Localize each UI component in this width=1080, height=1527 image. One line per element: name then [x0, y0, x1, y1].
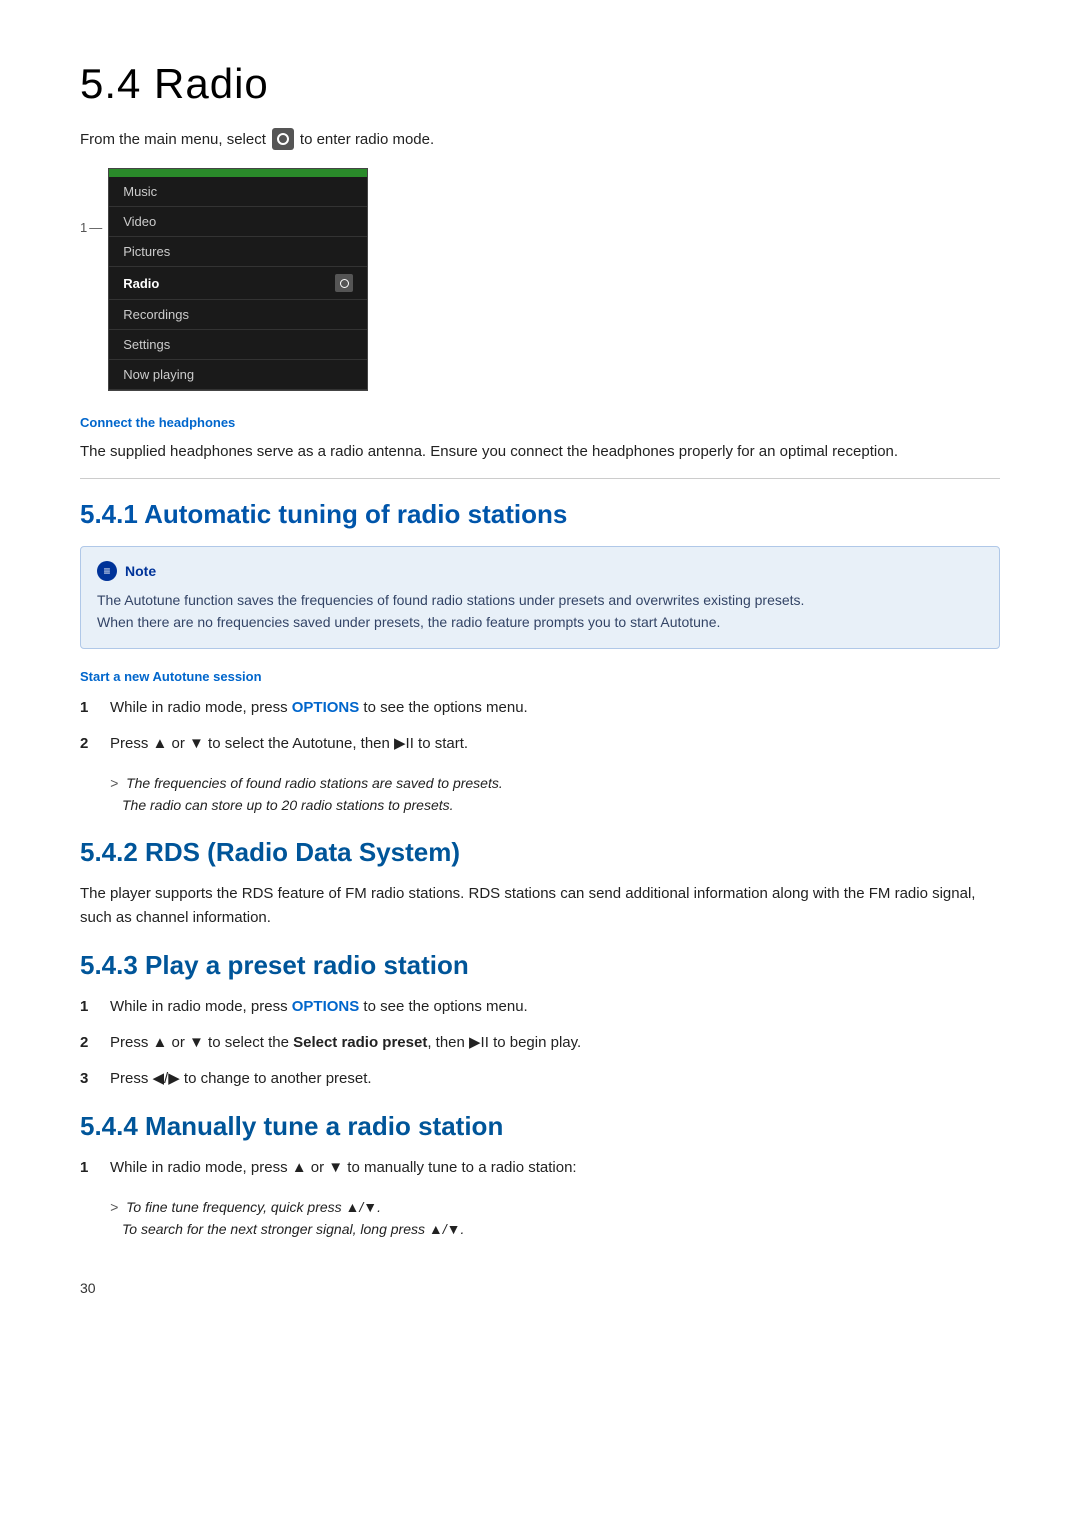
- step-text-1: While in radio mode, press OPTIONS to se…: [110, 696, 1000, 720]
- step-num-1: 1: [80, 696, 96, 720]
- page-title: 5.4 Radio: [80, 60, 1000, 108]
- note-icon: ≡: [97, 561, 117, 581]
- autotune-step-2: 2 Press ▲ or ▼ to select the Autotune, t…: [80, 732, 1000, 756]
- step-num-2: 2: [80, 732, 96, 756]
- intro-line: From the main menu, select to enter radi…: [80, 128, 1000, 150]
- menu-item-video[interactable]: Video: [109, 207, 367, 237]
- manual-result-line-2: To search for the next stronger signal, …: [122, 1218, 1000, 1240]
- select-radio-preset-bold: Select radio preset: [293, 1034, 427, 1051]
- manual-tune-result: > To fine tune frequency, quick press ▲/…: [110, 1196, 1000, 1241]
- options-keyword-2: OPTIONS: [292, 998, 360, 1015]
- section-541-title: 5.4.1 Automatic tuning of radio stations: [80, 499, 1000, 530]
- preset-step-2: 2 Press ▲ or ▼ to select the Select radi…: [80, 1031, 1000, 1055]
- divider-1: [80, 478, 1000, 479]
- menu-container: 1 — Music Video Pictures Radio Recording…: [80, 168, 1000, 391]
- radio-icon: [272, 128, 294, 150]
- section-542-body: The player supports the RDS feature of F…: [80, 882, 1000, 930]
- menu-item-settings[interactable]: Settings: [109, 330, 367, 360]
- autotune-result: > The frequencies of found radio station…: [110, 772, 1000, 817]
- connect-headphones-body: The supplied headphones serve as a radio…: [80, 440, 1000, 464]
- menu-top-bar: [109, 169, 367, 177]
- menu-item-music[interactable]: Music: [109, 177, 367, 207]
- note-line-1: The Autotune function saves the frequenc…: [97, 592, 804, 608]
- menu-item-radio-label: Radio: [123, 276, 159, 291]
- arrow-icon: —: [89, 220, 102, 235]
- autotune-result-line-1: > The frequencies of found radio station…: [110, 772, 1000, 794]
- note-label: Note: [125, 563, 156, 579]
- autotune-step-1: 1 While in radio mode, press OPTIONS to …: [80, 696, 1000, 720]
- options-keyword-1: OPTIONS: [292, 699, 360, 716]
- preset-step-text-3: Press ◀/▶ to change to another preset.: [110, 1067, 1000, 1091]
- connect-headphones-heading: Connect the headphones: [80, 415, 1000, 430]
- menu-item-nowplaying[interactable]: Now playing: [109, 360, 367, 390]
- preset-step-num-3: 3: [80, 1067, 96, 1091]
- preset-step-text-2: Press ▲ or ▼ to select the Select radio …: [110, 1031, 1000, 1055]
- radio-menu-icon: [335, 274, 353, 292]
- intro-text-after: to enter radio mode.: [300, 131, 434, 148]
- preset-step-num-1: 1: [80, 995, 96, 1019]
- preset-step-num-2: 2: [80, 1031, 96, 1055]
- menu-item-radio[interactable]: Radio: [109, 267, 367, 300]
- intro-text-before: From the main menu, select: [80, 131, 266, 148]
- autotune-result-line-2: The radio can store up to 20 radio stati…: [122, 794, 1000, 816]
- preset-step-1: 1 While in radio mode, press OPTIONS to …: [80, 995, 1000, 1019]
- manual-tune-steps: 1 While in radio mode, press ▲ or ▼ to m…: [80, 1156, 1000, 1180]
- section-542-title: 5.4.2 RDS (Radio Data System): [80, 837, 1000, 868]
- menu-item-pictures[interactable]: Pictures: [109, 237, 367, 267]
- manual-result-line-1: > To fine tune frequency, quick press ▲/…: [110, 1196, 1000, 1218]
- menu-item-recordings[interactable]: Recordings: [109, 300, 367, 330]
- manual-step-text-1: While in radio mode, press ▲ or ▼ to man…: [110, 1156, 1000, 1180]
- section-544-title: 5.4.4 Manually tune a radio station: [80, 1111, 1000, 1142]
- autotune-session-label: Start a new Autotune session: [80, 669, 1000, 684]
- menu-label: 1 —: [80, 220, 102, 235]
- autotune-steps: 1 While in radio mode, press OPTIONS to …: [80, 696, 1000, 756]
- preset-step-text-1: While in radio mode, press OPTIONS to se…: [110, 995, 1000, 1019]
- note-line-2: When there are no frequencies saved unde…: [97, 614, 720, 630]
- note-text: The Autotune function saves the frequenc…: [97, 589, 983, 634]
- preset-steps: 1 While in radio mode, press OPTIONS to …: [80, 995, 1000, 1091]
- page-number: 30: [80, 1280, 1000, 1296]
- menu-box: Music Video Pictures Radio Recordings Se…: [108, 168, 368, 391]
- manual-step-num-1: 1: [80, 1156, 96, 1180]
- step-text-2: Press ▲ or ▼ to select the Autotune, the…: [110, 732, 1000, 756]
- section-543-title: 5.4.3 Play a preset radio station: [80, 950, 1000, 981]
- note-box: ≡ Note The Autotune function saves the f…: [80, 546, 1000, 649]
- preset-step-3: 3 Press ◀/▶ to change to another preset.: [80, 1067, 1000, 1091]
- manual-tune-step-1: 1 While in radio mode, press ▲ or ▼ to m…: [80, 1156, 1000, 1180]
- menu-marker: 1: [80, 220, 87, 235]
- note-header: ≡ Note: [97, 561, 983, 581]
